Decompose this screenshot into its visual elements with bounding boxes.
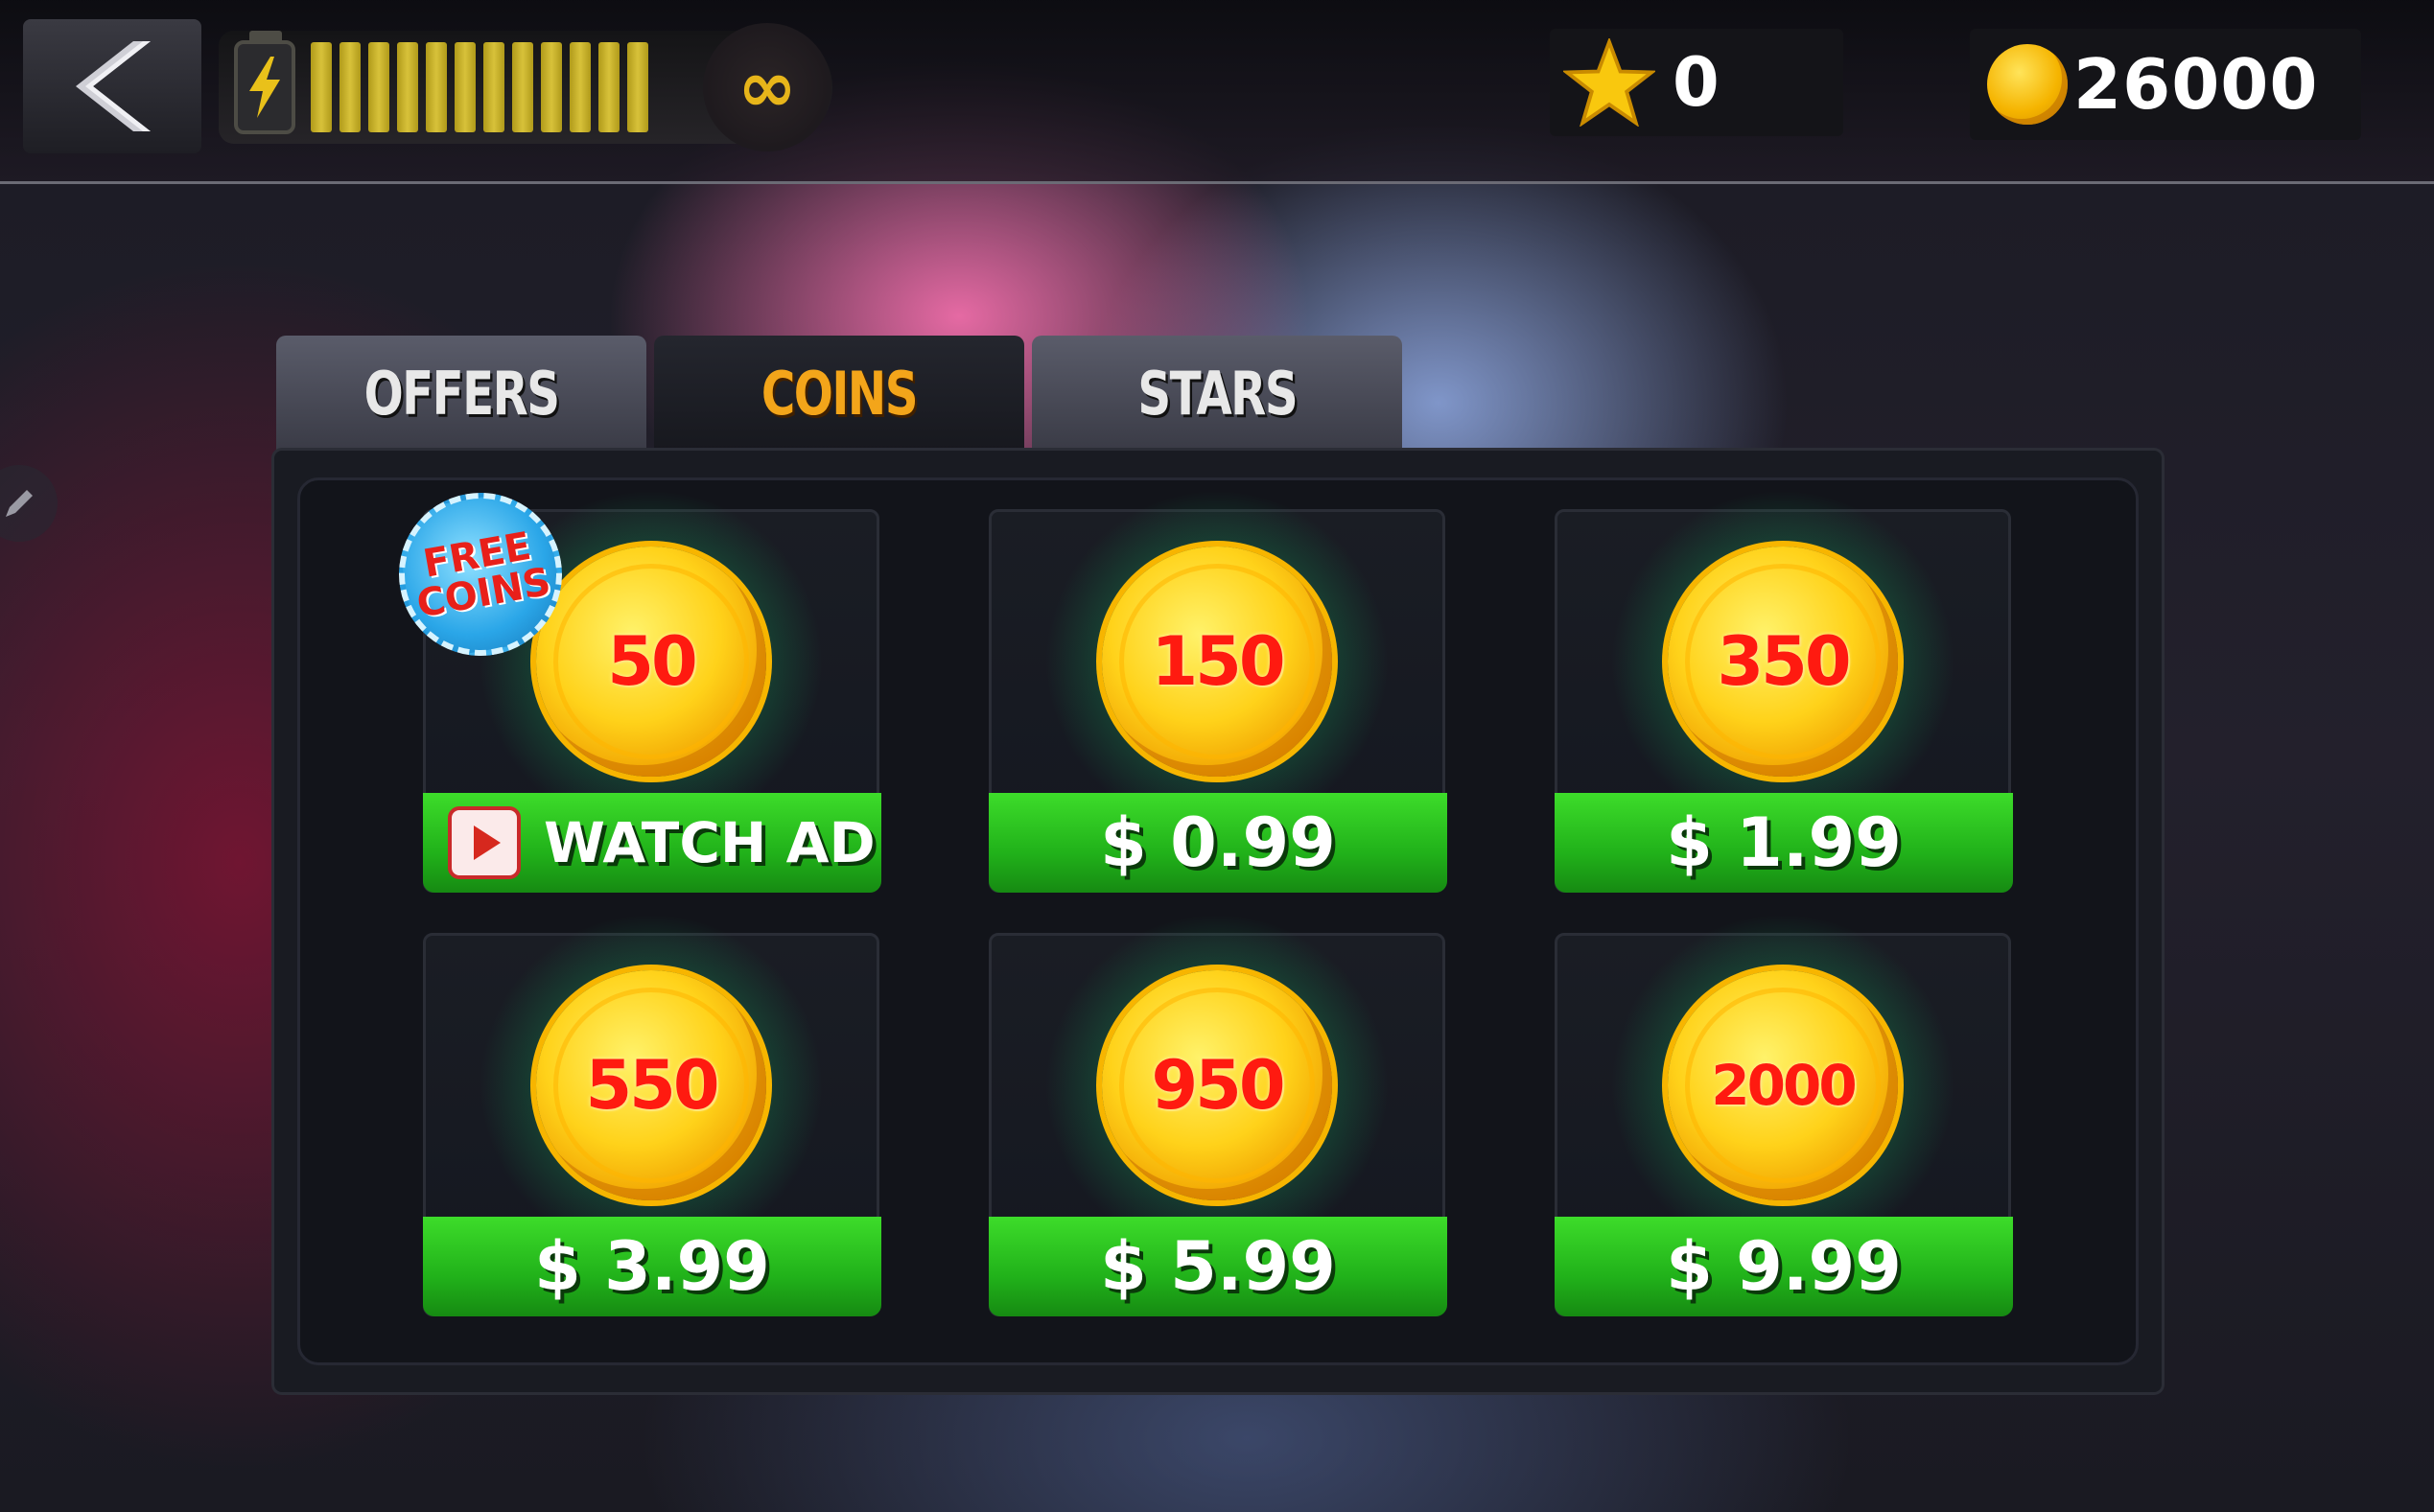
coin-pack-card[interactable]: 50 FREE COINS WATCH AD <box>386 479 881 893</box>
coin-icon: 50 <box>536 547 766 777</box>
price-label: $ 0.99 <box>1100 803 1336 882</box>
buy-button[interactable]: $ 5.99 <box>989 1217 1447 1316</box>
tab-offers[interactable]: OFFERS <box>276 336 646 451</box>
price-label: $ 3.99 <box>534 1227 770 1306</box>
tab-coins[interactable]: COINS <box>654 336 1024 451</box>
price-label: $ 5.99 <box>1100 1227 1336 1306</box>
tab-stars[interactable]: STARS <box>1032 336 1402 451</box>
buy-button[interactable]: $ 9.99 <box>1555 1217 2013 1316</box>
buy-button[interactable]: $ 1.99 <box>1555 793 2013 893</box>
coin-amount: 350 <box>1717 622 1851 701</box>
buy-button[interactable]: $ 3.99 <box>423 1217 881 1316</box>
infinity-icon: ∞ <box>703 23 831 151</box>
tab-coins-label: COINS <box>761 358 919 429</box>
back-button[interactable] <box>23 19 201 153</box>
coin-pack-grid: 50 FREE COINS WATCH AD 150 $ 0.99 350 $ … <box>297 477 2139 1365</box>
coin-pack-card[interactable]: 2000 $ 9.99 <box>1555 913 2013 1316</box>
coin-amount: 950 <box>1151 1046 1285 1125</box>
coin-pack-card[interactable]: 150 $ 0.99 <box>989 489 1447 893</box>
lightning-icon <box>249 57 280 118</box>
energy-bar-segment <box>339 42 361 132</box>
coin-icon: 950 <box>1102 970 1332 1200</box>
energy-bar-segment <box>397 42 418 132</box>
watch-ad-button[interactable]: WATCH AD <box>423 793 881 893</box>
price-label: $ 9.99 <box>1666 1227 1902 1306</box>
energy-bar-segment <box>541 42 562 132</box>
energy-bar-segment <box>627 42 648 132</box>
shop-panel: 50 FREE COINS WATCH AD 150 $ 0.99 350 $ … <box>274 451 2162 1392</box>
energy-meter: ∞ <box>219 23 832 151</box>
coin-icon: 550 <box>536 970 766 1200</box>
star-icon <box>1563 38 1655 127</box>
energy-bar-segment <box>455 42 476 132</box>
top-bar: ∞ 0 26000 <box>0 0 2434 184</box>
chevron-left-icon <box>76 41 151 131</box>
pencil-icon[interactable] <box>0 465 58 542</box>
coin-icon <box>1987 44 2068 125</box>
watch-ad-label: WATCH AD <box>544 810 876 875</box>
energy-bar-segment <box>426 42 447 132</box>
coin-pack-card[interactable]: 350 $ 1.99 <box>1555 489 2013 893</box>
coins-value: 26000 <box>2073 44 2319 125</box>
coin-amount: 550 <box>585 1046 719 1125</box>
coin-amount: 150 <box>1151 622 1285 701</box>
energy-bar-segment <box>598 42 620 132</box>
price-label: $ 1.99 <box>1666 803 1902 882</box>
coin-icon: 150 <box>1102 547 1332 777</box>
energy-bar-segment <box>311 42 332 132</box>
battery-icon <box>234 31 295 134</box>
coin-pack-card[interactable]: 950 $ 5.99 <box>989 913 1447 1316</box>
energy-bars <box>311 42 648 132</box>
coins-counter: 26000 <box>1970 29 2361 140</box>
coin-icon: 350 <box>1668 547 1898 777</box>
energy-bar-segment <box>483 42 504 132</box>
energy-bar-segment <box>512 42 533 132</box>
buy-button[interactable]: $ 0.99 <box>989 793 1447 893</box>
energy-bar-segment <box>368 42 389 132</box>
pencil-glyph <box>6 490 33 517</box>
tab-offers-label: OFFERS <box>363 358 560 429</box>
coin-pack-card[interactable]: 550 $ 3.99 <box>423 913 881 1316</box>
tab-stars-label: STARS <box>1137 358 1298 429</box>
coin-icon: 2000 <box>1668 970 1898 1200</box>
energy-bar-segment <box>570 42 591 132</box>
coin-amount: 2000 <box>1711 1053 1857 1118</box>
stars-value: 0 <box>1673 43 1720 122</box>
stars-counter: 0 <box>1550 29 1843 136</box>
coin-amount: 50 <box>607 622 697 701</box>
video-play-icon <box>448 806 521 879</box>
